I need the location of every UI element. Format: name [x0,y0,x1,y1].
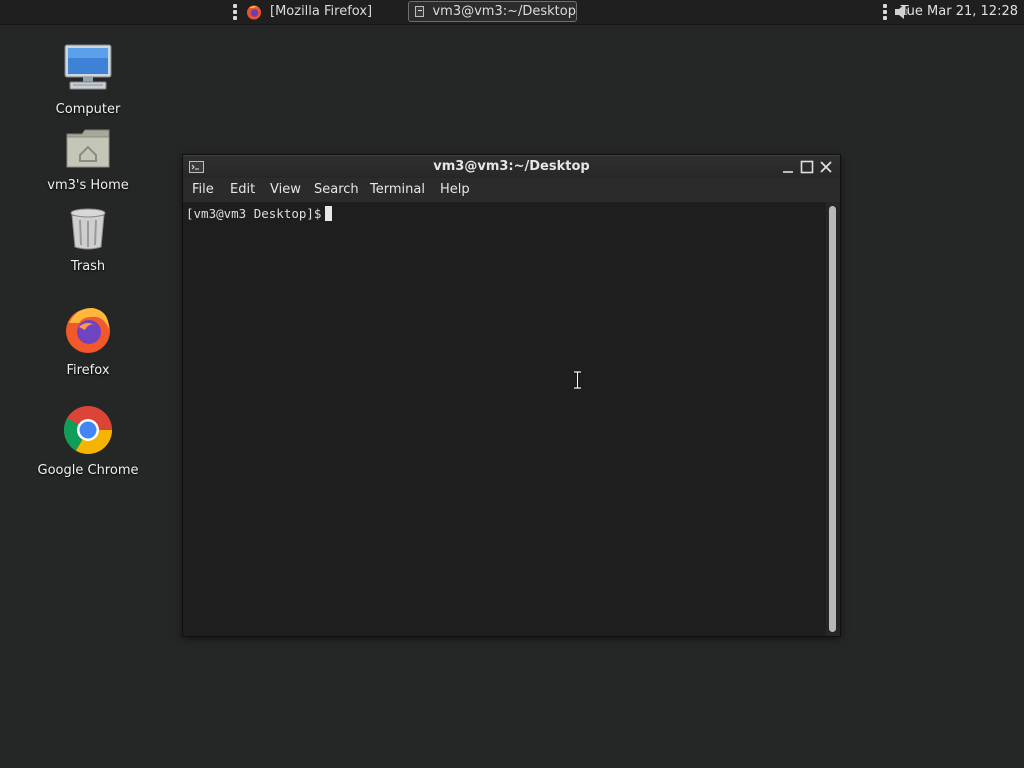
desktop-icon-computer-label: Computer [55,102,121,117]
desktop-icon-computer[interactable]: Computer [33,44,143,117]
menu-edit[interactable]: Edit [230,178,255,202]
chrome-icon [63,406,113,455]
menu-bar: File Edit View Search Terminal Help [183,178,840,202]
taskbar-firefox-button[interactable]: [Mozilla Firefox] [244,1,376,22]
terminal-window[interactable]: vm3@vm3:~/Desktop File Edit View Search … [183,155,840,636]
minimize-icon[interactable] [781,160,795,174]
menu-search[interactable]: Search [314,178,359,202]
maximize-icon[interactable] [800,160,814,174]
menu-view[interactable]: View [270,178,301,202]
window-titlebar[interactable]: vm3@vm3:~/Desktop [183,155,840,178]
taskbar-terminal-label: vm3@vm3:~/Desktop [432,4,576,19]
terminal-scrollbar[interactable] [826,202,840,636]
shell-prompt-line: [vm3@vm3 Desktop]$ [186,206,333,221]
close-icon[interactable] [819,160,833,174]
panel-grip[interactable] [883,4,887,20]
firefox-icon [66,307,110,353]
desktop-icon-trash[interactable]: Trash [33,207,143,274]
terminal-output[interactable]: [vm3@vm3 Desktop]$ [183,202,826,636]
desktop-icon-home[interactable]: vm3's Home [33,126,143,193]
terminal-icon [415,6,425,17]
desktop-icon-firefox-label: Firefox [66,363,110,378]
desktop-icon-trash-label: Trash [70,259,106,274]
shell-prompt: [vm3@vm3 Desktop]$ [186,206,322,221]
desktop-icon-chrome-label: Google Chrome [37,463,139,478]
top-panel: [Mozilla Firefox] vm3@vm3:~/Desktop Tue … [0,0,1024,25]
menu-help[interactable]: Help [440,178,470,202]
desktop-icon-chrome[interactable]: Google Chrome [33,405,143,478]
ibeam-cursor-icon [574,371,581,389]
scrollbar-thumb[interactable] [829,206,836,632]
taskbar-firefox-label: [Mozilla Firefox] [270,4,373,19]
panel-grip[interactable] [233,4,237,20]
clock[interactable]: Tue Mar 21, 12:28 [901,0,1018,24]
text-cursor [325,206,333,221]
firefox-icon [247,5,261,19]
desktop-icon-home-label: vm3's Home [47,178,129,193]
home-folder-icon [66,129,110,168]
computer-icon [64,44,112,90]
desktop-icon-firefox[interactable]: Firefox [33,305,143,378]
menu-file[interactable]: File [192,178,214,202]
menu-terminal[interactable]: Terminal [370,178,425,202]
window-title: vm3@vm3:~/Desktop [433,159,590,174]
trash-icon [70,208,106,250]
taskbar-terminal-button[interactable]: vm3@vm3:~/Desktop [408,1,577,22]
